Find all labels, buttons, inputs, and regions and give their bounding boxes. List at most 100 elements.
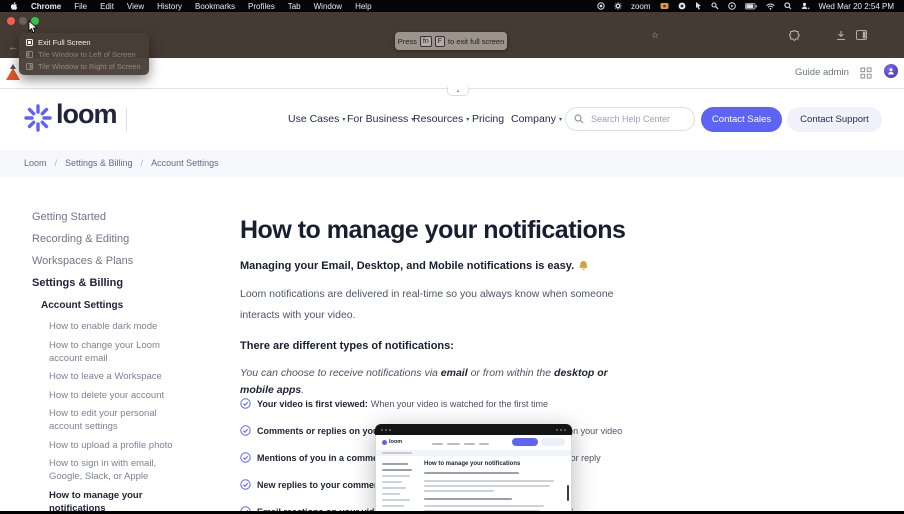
chevron-down-icon: ▾ [558,117,562,123]
types-heading: There are different types of notificatio… [240,340,454,352]
zoom-menu-label[interactable]: zoom [631,2,651,11]
spotlight-search-icon[interactable] [783,2,792,10]
sidebar-article-leave-workspace[interactable]: How to leave a Workspace [49,370,189,383]
sidebar-article-dark-mode[interactable]: How to enable dark mode [49,320,189,333]
nav-for-business[interactable]: For Business ▾ [347,113,414,125]
sidebar-item-account-settings[interactable]: Account Settings [41,300,212,311]
loom-logo-icon[interactable] [24,104,52,137]
sidebar-article-edit-settings[interactable]: How to edit your personal account settin… [49,407,189,433]
breadcrumb-settings-billing[interactable]: Settings & Billing [65,158,133,168]
mini-loom-logo: loom [382,439,402,445]
check-circle-icon [240,398,251,409]
screenshot-page: loom How to manage your notifications [375,435,572,514]
breadcrumb-separator: / [54,158,58,168]
menu-window[interactable]: Window [314,2,342,11]
menu-profiles[interactable]: Profiles [248,2,275,11]
battery-icon [744,2,757,10]
article-main: How to manage your notifications Managin… [240,204,664,399]
apple-icon[interactable] [10,1,18,11]
apps-grid-icon[interactable] [860,66,872,84]
page-title: How to manage your notifications [240,216,626,244]
play-circle-icon[interactable] [727,2,736,10]
fn-keycap: fn [419,35,432,47]
f-keycap: F [434,35,445,47]
key-icon[interactable] [710,2,719,10]
sidebar-item-getting-started[interactable]: Getting Started [32,211,212,223]
contact-support-button[interactable]: Contact Support [787,107,882,132]
admin-avatar[interactable] [884,64,898,78]
fullscreen-toast: Press fn F to exit full screen [395,32,507,50]
screen-capture-icon[interactable] [660,2,669,10]
bookmark-star-icon[interactable]: ☆ [651,30,659,41]
menubar-clock[interactable]: Wed Mar 20 2:54 PM [819,2,894,11]
sidebar-item-workspaces-plans[interactable]: Workspaces & Plans [32,255,212,267]
contact-sales-button[interactable]: Contact Sales [701,107,782,132]
chevron-down-icon: ▾ [342,117,346,123]
header-divider [126,108,127,132]
sidebar-item-recording-editing[interactable]: Recording & Editing [32,233,212,245]
menu-view[interactable]: View [127,2,144,11]
mini-article-title: How to manage your notifications [424,461,521,467]
side-panel-icon[interactable] [856,30,867,40]
menu-tab[interactable]: Tab [288,2,301,11]
user-switch-icon[interactable] [801,2,810,10]
menu-bookmarks[interactable]: Bookmarks [195,2,235,11]
toast-press: Press [397,36,417,46]
download-icon[interactable] [836,30,846,41]
nav-pricing[interactable]: Pricing [472,113,504,125]
menu-item-tile-left: Tile Window to Left of Screen [19,48,149,60]
guide-admin-label[interactable]: Guide admin [795,67,849,78]
menu-file[interactable]: File [74,2,87,11]
sidebar-article-sign-in[interactable]: How to sign in with email, Google, Slack… [49,457,189,483]
check-circle-icon [240,425,251,436]
article-screenshot-image: loom How to manage your notifications [375,424,572,514]
types-note: You can choose to receive notifications … [240,367,608,396]
menu-help[interactable]: Help [355,2,371,11]
loom-wordmark[interactable]: loom [56,99,117,130]
collapse-admin-bar-button[interactable]: ▴ [447,87,469,96]
help-center-search[interactable] [565,107,695,131]
checklist-item-first-viewed: Your video is first viewed: When your vid… [240,398,548,409]
record-icon[interactable] [597,2,605,10]
sidebar-article-change-email[interactable]: How to change your Loom account email [49,339,189,365]
nav-resources[interactable]: Resources ▾ [413,113,469,125]
minimize-window-button [19,17,27,25]
search-input[interactable] [589,113,693,125]
mini-breadcrumb-band [376,450,571,456]
pointer-icon[interactable] [695,2,702,10]
nav-company[interactable]: Company ▾ [511,113,562,125]
close-window-button[interactable] [7,17,15,25]
screen: Chrome File Edit View History Bookmarks … [0,0,904,514]
menu-history[interactable]: History [157,2,182,11]
chevron-down-icon: ▾ [466,117,470,123]
extensions-puzzle-icon[interactable] [789,30,800,41]
bell-icon [578,260,589,272]
back-button[interactable]: ← [8,41,19,53]
sidebar-article-profile-photo[interactable]: How to upload a profile photo [49,439,189,452]
article-intro: Loom notifications are delivered in real… [240,288,614,321]
breadcrumb-account-settings[interactable]: Account Settings [151,158,219,168]
breadcrumb-loom[interactable]: Loom [24,158,47,168]
article-sidebar: Getting Started Recording & Editing Work… [32,211,212,514]
wifi-icon[interactable] [766,3,775,10]
breadcrumb-separator: / [140,158,144,168]
breadcrumb: Loom / Settings & Billing / Account Sett… [24,158,219,168]
screenshot-window-titlebar [375,424,572,435]
menu-item-exit-full-screen[interactable]: Exit Full Screen [19,36,149,48]
mouse-cursor [28,20,39,39]
nav-use-cases[interactable]: Use Cases ▾ [288,113,345,125]
sidebar-item-settings-billing[interactable]: Settings & Billing [32,277,212,289]
sidebar-article-delete-account[interactable]: How to delete your account [49,389,189,402]
mini-contact-support-pill [541,438,565,446]
menubar-app-name[interactable]: Chrome [31,2,61,11]
loom-status-icon[interactable] [678,2,686,10]
check-circle-icon [240,479,251,490]
gear-icon[interactable] [614,2,622,10]
menu-item-tile-right: Tile Window to Right of Screen [19,60,149,72]
search-icon [574,114,584,124]
check-circle-icon [240,452,251,463]
mini-contact-sales-pill [512,438,538,446]
menu-edit[interactable]: Edit [100,2,114,11]
mini-scrollbar [567,485,569,501]
window-context-menu: Exit Full Screen Tile Window to Left of … [19,33,149,75]
